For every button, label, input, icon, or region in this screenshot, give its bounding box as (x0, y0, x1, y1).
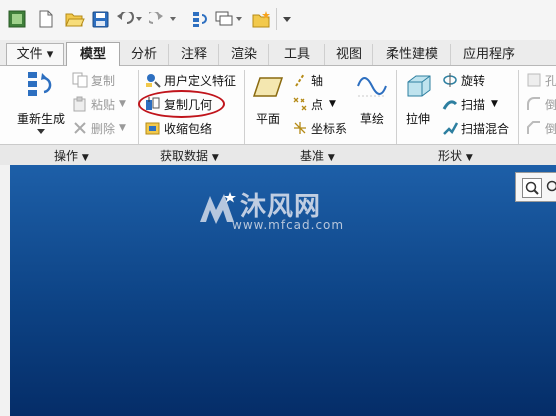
new-file-icon[interactable] (36, 8, 56, 30)
copy-button[interactable]: 复制 (72, 71, 115, 89)
sweep-icon (442, 96, 458, 112)
point-button[interactable]: 点 ▼ (292, 95, 336, 113)
tab-render[interactable]: 渲染 (218, 44, 269, 65)
tab-view[interactable]: 视图 (324, 44, 373, 65)
sweep-button[interactable]: 扫描 ▼ (442, 95, 498, 113)
regenerate-icon (28, 72, 52, 96)
chevron-down-icon: ▼ (119, 99, 126, 109)
revolve-icon (442, 72, 458, 88)
swept-blend-label: 扫描混合 (461, 121, 510, 136)
regenerate-label: 重新生成 (16, 112, 65, 126)
quick-access-toolbar (0, 0, 556, 41)
extrude-button[interactable]: 拉伸 (402, 72, 434, 127)
chamfer-button[interactable]: 倒 (526, 119, 556, 137)
tab-annotate[interactable]: 注释 (168, 44, 219, 65)
paste-button[interactable]: 粘贴 ▼ (72, 95, 126, 113)
plane-label: 平面 (255, 112, 280, 126)
watermark-logo: 沐风网 www.mfcad.com (196, 188, 366, 232)
group-operations[interactable]: 操作 ▼ (54, 147, 89, 164)
group-datum[interactable]: 基准 ▼ (300, 147, 335, 164)
save-icon[interactable] (90, 8, 110, 30)
group-shapes[interactable]: 形状 ▼ (438, 147, 473, 164)
swept-blend-button[interactable]: 扫描混合 (442, 119, 509, 137)
revolve-button[interactable]: 旋转 (442, 71, 485, 89)
copy-icon (72, 72, 88, 88)
regenerate-small-icon[interactable] (190, 8, 210, 30)
hole-icon (526, 72, 542, 88)
paste-label: 粘贴 (91, 97, 116, 112)
chamfer-icon (526, 120, 542, 136)
csys-icon (292, 120, 308, 136)
open-folder-icon[interactable] (64, 8, 86, 30)
magnifier-plus-icon (546, 180, 556, 192)
zoom-fit-button[interactable] (522, 178, 542, 198)
copy-label: 复制 (91, 73, 116, 88)
plane-icon (252, 77, 284, 97)
tab-analysis[interactable]: 分析 (120, 44, 168, 65)
sketch-button[interactable]: 草绘 (354, 72, 390, 127)
ribbon-tabs: 文件 ▾ 模型 分析 注释 渲染 工具 视图 柔性建模 应用程序 (0, 40, 556, 67)
sweep-label: 扫描 (461, 97, 486, 112)
shrinkwrap-button[interactable]: 收缩包络 (145, 119, 212, 137)
extrude-icon (407, 75, 431, 97)
point-icon (292, 96, 308, 112)
axis-label: 轴 (311, 73, 324, 88)
delete-label: 删除 (91, 121, 116, 136)
round-label: 倒 (545, 97, 556, 112)
tab-file[interactable]: 文件 ▾ (6, 43, 64, 66)
chevron-down-icon (37, 129, 45, 134)
delete-button[interactable]: 删除 ▼ (72, 119, 126, 137)
app-logo-icon[interactable] (6, 8, 28, 30)
tab-tools[interactable]: 工具 (268, 44, 325, 65)
hole-label: 孔 (545, 73, 556, 88)
shrinkwrap-label: 收缩包络 (164, 121, 213, 136)
chamfer-label: 倒 (545, 121, 556, 136)
undo-icon[interactable] (114, 8, 144, 30)
delete-icon (72, 120, 88, 136)
round-button[interactable]: 倒 (526, 95, 556, 113)
plane-button[interactable]: 平面 (250, 74, 286, 127)
tab-applications[interactable]: 应用程序 (450, 44, 527, 65)
revolve-label: 旋转 (461, 73, 486, 88)
zoom-in-button[interactable] (544, 178, 556, 196)
watermark-url: www.mfcad.com (232, 218, 345, 232)
customize-qat-icon[interactable] (276, 8, 297, 30)
round-icon (526, 96, 542, 112)
csys-label: 坐标系 (311, 121, 348, 136)
axis-icon (292, 72, 308, 88)
udf-button[interactable]: 用户定义特征 (145, 71, 236, 89)
ribbon-group-labels: 操作 ▼ 获取数据 ▼ 基准 ▼ 形状 ▼ (0, 144, 556, 166)
udf-icon (145, 72, 161, 88)
axis-button[interactable]: 轴 (292, 71, 323, 89)
open-folder-star-icon[interactable] (252, 8, 272, 30)
hole-button[interactable]: 孔 (526, 71, 556, 89)
extrude-label: 拉伸 (405, 112, 430, 126)
chevron-down-icon: ▼ (329, 99, 336, 109)
redo-icon[interactable] (148, 8, 178, 30)
magnifier-icon (525, 181, 539, 195)
tab-flexible-modeling[interactable]: 柔性建模 (372, 44, 451, 65)
swept-blend-icon (442, 120, 459, 136)
chevron-down-icon: ▼ (119, 123, 126, 133)
tab-model[interactable]: 模型 (66, 42, 120, 67)
view-toolbar (515, 172, 556, 202)
chevron-down-icon: ▼ (491, 99, 498, 109)
csys-button[interactable]: 坐标系 (292, 119, 347, 137)
point-label: 点 (311, 97, 324, 112)
windows-icon[interactable] (214, 8, 244, 30)
group-get-data[interactable]: 获取数据 ▼ (160, 147, 219, 164)
sketch-icon (357, 77, 387, 97)
paste-icon (72, 96, 88, 112)
udf-label: 用户定义特征 (164, 73, 237, 88)
regenerate-button[interactable]: 重新生成 (14, 70, 68, 135)
highlight-ellipse (138, 90, 225, 118)
sketch-label: 草绘 (359, 112, 384, 126)
shrinkwrap-icon (145, 120, 161, 136)
